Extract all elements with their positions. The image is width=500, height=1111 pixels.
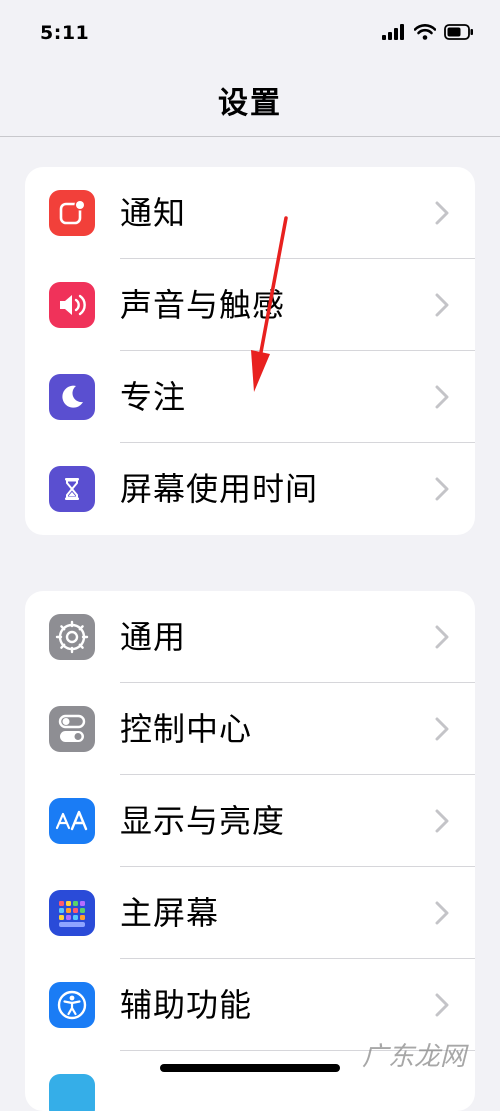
chevron-right-icon <box>435 901 449 925</box>
settings-row-label: 控制中心 <box>120 710 253 748</box>
cellular-signal-icon <box>382 24 404 40</box>
text-size-icon <box>49 798 95 844</box>
gear-icon <box>49 614 95 660</box>
settings-row-home-screen[interactable]: 主屏幕 <box>25 867 475 959</box>
partial-app-icon <box>49 1074 95 1111</box>
settings-row-focus[interactable]: 专注 <box>25 351 475 443</box>
settings-row-general[interactable]: 通用 <box>25 591 475 683</box>
watermark-text: 广东龙网 <box>362 1042 467 1072</box>
settings-row-screen-time[interactable]: 屏幕使用时间 <box>25 443 475 535</box>
settings-row-label: 显示与亮度 <box>120 802 286 840</box>
status-time: 5:11 <box>40 22 90 44</box>
page-title: 设置 <box>218 86 282 121</box>
home-indicator[interactable] <box>160 1064 340 1072</box>
settings-row-label: 声音与触感 <box>120 286 286 324</box>
settings-row-label: 通用 <box>120 618 187 656</box>
settings-group-2: 通用 控制中心 显示与亮度 主屏幕 辅助功能 <box>25 591 475 1111</box>
hourglass-icon <box>49 466 95 512</box>
accessibility-icon <box>49 982 95 1028</box>
settings-row-control-center[interactable]: 控制中心 <box>25 683 475 775</box>
chevron-right-icon <box>435 201 449 225</box>
toggles-icon <box>49 706 95 752</box>
speaker-icon <box>49 282 95 328</box>
settings-group-1: 通知 声音与触感 专注 屏幕使用时间 <box>25 167 475 535</box>
chevron-right-icon <box>435 293 449 317</box>
battery-icon <box>444 24 473 40</box>
chevron-right-icon <box>435 385 449 409</box>
settings-row-label: 辅助功能 <box>120 986 253 1024</box>
nav-divider <box>0 136 500 137</box>
chevron-right-icon <box>435 625 449 649</box>
settings-row-label: 屏幕使用时间 <box>120 470 319 508</box>
settings-row-label: 通知 <box>120 194 187 232</box>
notifications-icon <box>49 190 95 236</box>
wifi-icon <box>414 24 436 40</box>
status-bar: 5:11 <box>0 0 500 70</box>
home-grid-icon <box>49 890 95 936</box>
settings-row-notifications[interactable]: 通知 <box>25 167 475 259</box>
status-icons <box>382 24 474 40</box>
settings-row-display-brightness[interactable]: 显示与亮度 <box>25 775 475 867</box>
chevron-right-icon <box>435 809 449 833</box>
settings-row-label: 专注 <box>120 378 187 416</box>
settings-row-sounds-haptics[interactable]: 声音与触感 <box>25 259 475 351</box>
chevron-right-icon <box>435 717 449 741</box>
chevron-right-icon <box>435 477 449 501</box>
moon-icon <box>49 374 95 420</box>
chevron-right-icon <box>435 993 449 1017</box>
settings-row-label: 主屏幕 <box>120 894 220 932</box>
